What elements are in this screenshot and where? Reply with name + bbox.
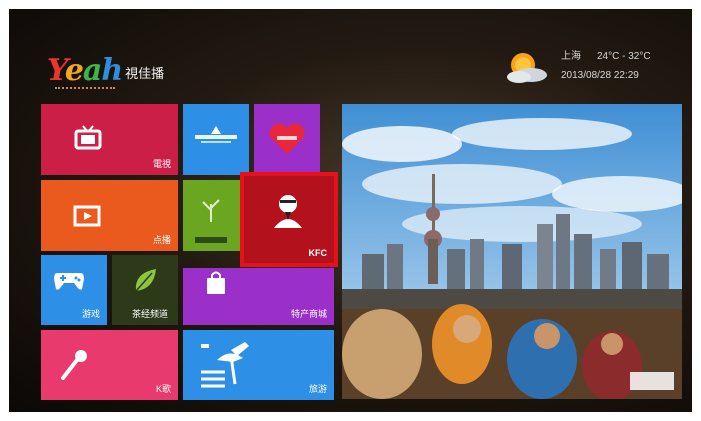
tile-vod-label: 点播 bbox=[152, 235, 171, 245]
weather-info: 上海 24°C - 32°C 2013/08/28 22:29 bbox=[561, 47, 667, 85]
green-bar bbox=[195, 237, 227, 243]
tile-heart[interactable] bbox=[254, 104, 320, 175]
microphone-icon bbox=[61, 350, 87, 380]
travel-icon bbox=[201, 342, 249, 388]
tile-shopping-label: 特产商城 bbox=[290, 309, 327, 319]
tile-shopping[interactable]: 特产商城 bbox=[183, 268, 334, 325]
tile-tv-label: 電視 bbox=[152, 159, 171, 169]
logo-brand: Yeah bbox=[47, 53, 123, 88]
tile-tea-channel[interactable]: 茶经频道 bbox=[112, 255, 178, 325]
tile-games-label: 游戏 bbox=[81, 309, 100, 319]
tv-icon bbox=[74, 125, 102, 150]
tile-vod[interactable]: 点播 bbox=[41, 180, 178, 251]
weather-datetime: 2013/08/28 22:29 bbox=[561, 70, 639, 81]
tile-travel-label: 旅游 bbox=[308, 384, 327, 394]
tile-karaoke-label: K歌 bbox=[155, 384, 171, 394]
yeah-logo: Yeah 視佳播 bbox=[47, 53, 165, 91]
tile-tv[interactable]: 電視 bbox=[41, 104, 178, 175]
sun-cloud-icon bbox=[507, 53, 547, 83]
weather-city: 上海 bbox=[561, 51, 581, 62]
shanghai-skyline-image bbox=[342, 104, 682, 399]
tile-green-app[interactable] bbox=[183, 180, 240, 251]
featured-photo[interactable] bbox=[342, 104, 682, 399]
plant-icon bbox=[202, 199, 220, 222]
tile-tea-label: 茶经频道 bbox=[131, 309, 168, 319]
logo-underline bbox=[55, 87, 115, 91]
heart-icon bbox=[269, 123, 305, 154]
tile-media-channel[interactable] bbox=[183, 104, 249, 175]
tv-home-screen: Yeah 視佳播 上海 24°C - 32°C 2013/08/28 22:29 … bbox=[9, 9, 692, 412]
logo-chinese: 視佳播 bbox=[125, 66, 165, 81]
weather-temp: 24°C - 32°C bbox=[597, 51, 651, 62]
tea-leaf-icon bbox=[135, 269, 156, 292]
tile-karaoke[interactable]: K歌 bbox=[41, 330, 178, 400]
focus-highlight bbox=[240, 172, 338, 267]
tile-games[interactable]: 游戏 bbox=[41, 255, 107, 325]
shopping-bag-icon bbox=[207, 271, 225, 294]
play-icon bbox=[73, 205, 101, 227]
gamepad-icon bbox=[54, 273, 84, 290]
tile-travel[interactable]: 旅游 bbox=[183, 330, 334, 400]
channel-logo-icon bbox=[195, 126, 237, 143]
